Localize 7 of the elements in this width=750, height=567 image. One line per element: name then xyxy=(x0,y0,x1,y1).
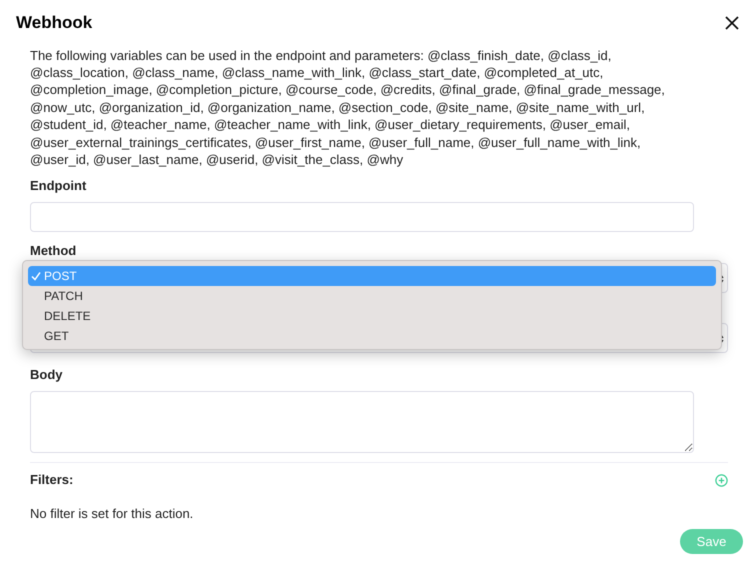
field-label: Endpoint xyxy=(30,177,86,196)
empty-filters-message: No filter is set for this action. xyxy=(30,504,194,523)
filters-label: Filters: xyxy=(30,471,74,490)
field-label: Method xyxy=(30,242,76,260)
field-label: Body xyxy=(30,366,62,384)
variables-description: The following variables can be used in the endpoint and parameters: @class_finish_date, @class_id, @class_location, @class_name, @class_name_with_link, @class_start_date, @completed_at_utc, @completion_image, @completion_picture, @course_code, @credits, @final_grade, @final_grade_message, @now_utc, @organization_id, @organization_name, @section_code, @site_name, @site_name_with_url, @student_id, @teacher_name, @teacher_name_with_link, @user_dietary_requirements, @user_email, @user_external_trainings_certificates, @user_first_name, @user_full_name, @user_full_name_with_link, @user_id, @user_last_name, @userid, @visit_the_class, @why xyxy=(30,46,666,168)
dialog-title: Webhook xyxy=(16,12,92,34)
